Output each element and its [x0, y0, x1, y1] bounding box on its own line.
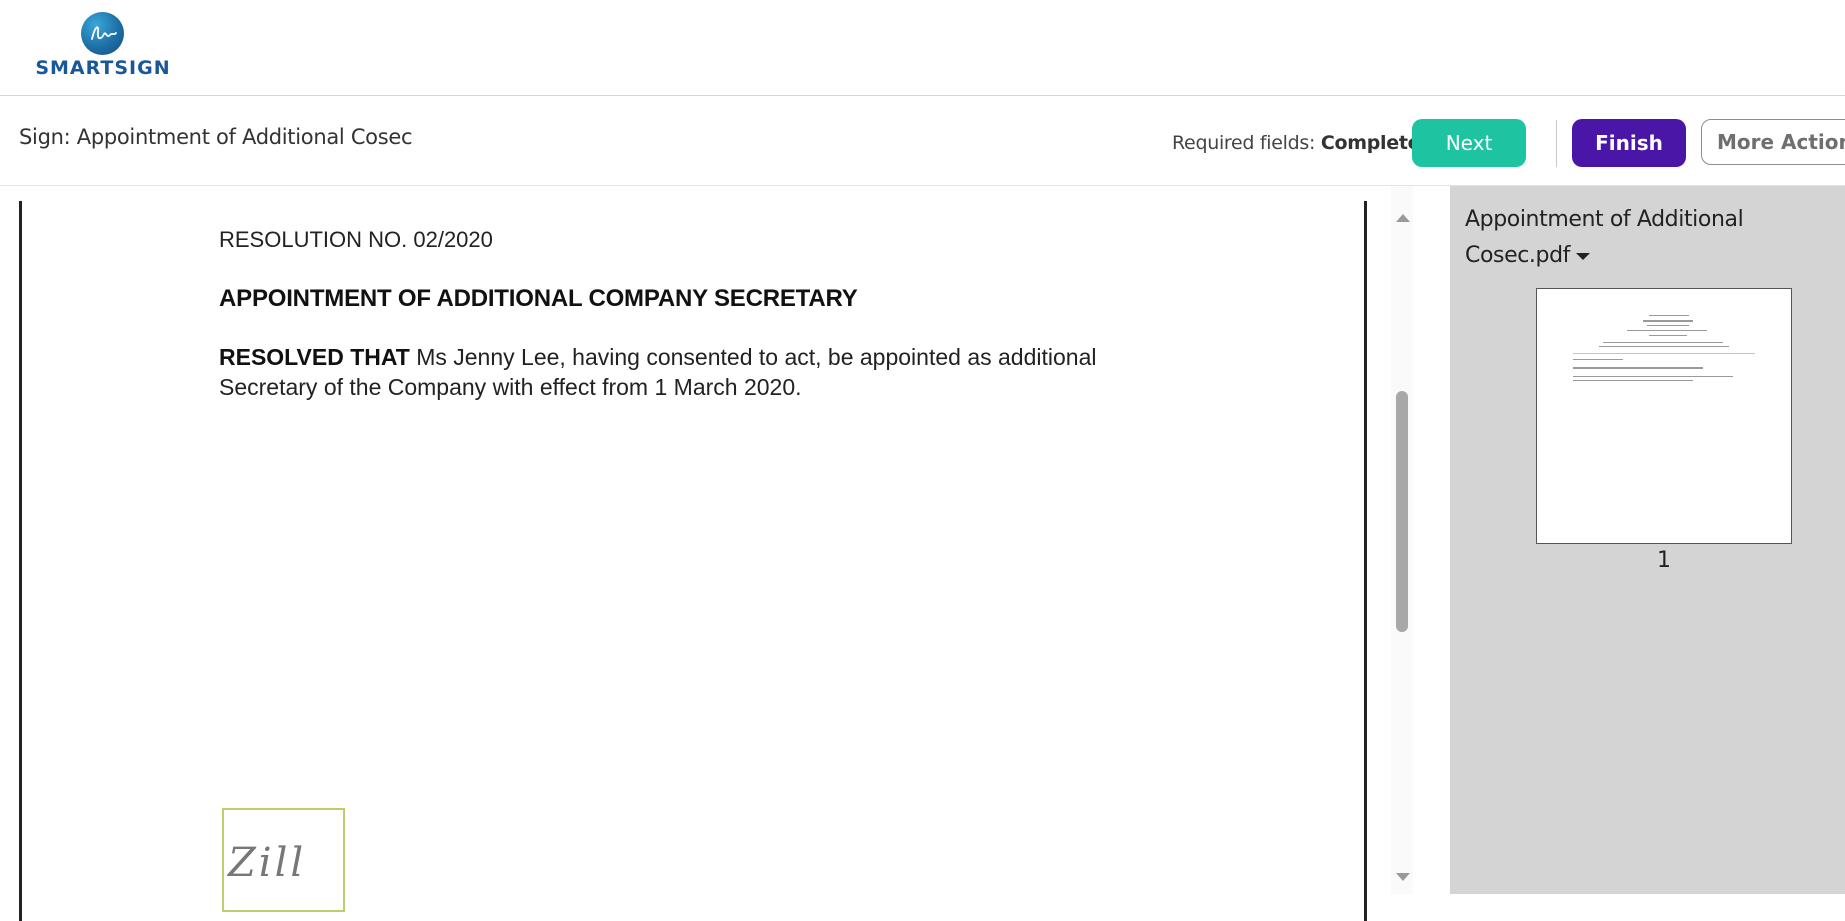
action-bar: Sign: Appointment of Additional Cosec Re… — [0, 96, 1845, 186]
next-button[interactable]: Next — [1412, 119, 1526, 167]
thumbnail-text-line — [1573, 376, 1733, 377]
header-divider — [1556, 120, 1557, 167]
more-actions-button[interactable]: More Actions — [1701, 119, 1845, 165]
scroll-down-arrow-icon[interactable] — [1396, 873, 1410, 881]
thumbnail-text-line — [1603, 342, 1723, 343]
signature-field-icon: Zill — [228, 840, 307, 886]
document-viewer[interactable]: RESOLUTION NO. 02/2020 APPOINTMENT OF AD… — [0, 186, 1450, 921]
top-brand-bar: SMARTSIGN — [0, 0, 1845, 96]
signature-logo-icon — [81, 12, 124, 55]
document-page: RESOLUTION NO. 02/2020 APPOINTMENT OF AD… — [19, 201, 1367, 921]
smartsign-logo[interactable]: SMARTSIGN — [33, 10, 173, 80]
thumbnail-text-line — [1573, 359, 1623, 360]
signature-field[interactable]: Zill — [222, 808, 345, 912]
resolution-body: RESOLVED THAT Ms Jenny Lee, having conse… — [219, 342, 1119, 402]
thumbnail-text-line — [1573, 353, 1755, 354]
caret-down-icon — [1575, 252, 1590, 260]
required-fields-status: Required fields: Completed — [1172, 132, 1434, 154]
scroll-up-arrow-icon[interactable] — [1396, 214, 1410, 222]
thumbnail-text-line — [1573, 380, 1693, 381]
thumbnail-text-line — [1649, 315, 1689, 316]
resolution-heading: APPOINTMENT OF ADDITIONAL COMPANY SECRET… — [219, 285, 858, 312]
thumbnail-text-line — [1649, 335, 1687, 336]
thumbnail-text-line — [1599, 346, 1729, 347]
resolved-that-label: RESOLVED THAT — [219, 344, 410, 370]
brand-name: SMARTSIGN — [35, 57, 171, 79]
page-title: Sign: Appointment of Additional Cosec — [19, 125, 413, 149]
file-name-label: Appointment of Additional Cosec.pdf — [1465, 207, 1744, 268]
file-name-dropdown[interactable]: Appointment of Additional Cosec.pdf — [1465, 202, 1795, 274]
document-thumbnail-panel: Appointment of Additional Cosec.pdf 1 — [1450, 186, 1845, 894]
document-scrollbar[interactable] — [1391, 186, 1413, 894]
finish-button[interactable]: Finish — [1572, 119, 1686, 167]
thumbnail-text-line — [1643, 320, 1693, 322]
resolution-number: RESOLUTION NO. 02/2020 — [219, 227, 493, 252]
thumbnail-text-line — [1573, 367, 1703, 369]
thumbnail-text-line — [1647, 325, 1689, 326]
thumbnail-text-line — [1627, 330, 1707, 331]
required-fields-label: Required fields: — [1172, 132, 1316, 154]
scrollbar-thumb[interactable] — [1396, 391, 1408, 632]
thumbnail-page-number: 1 — [1657, 548, 1671, 573]
page-thumbnail[interactable] — [1536, 288, 1792, 544]
